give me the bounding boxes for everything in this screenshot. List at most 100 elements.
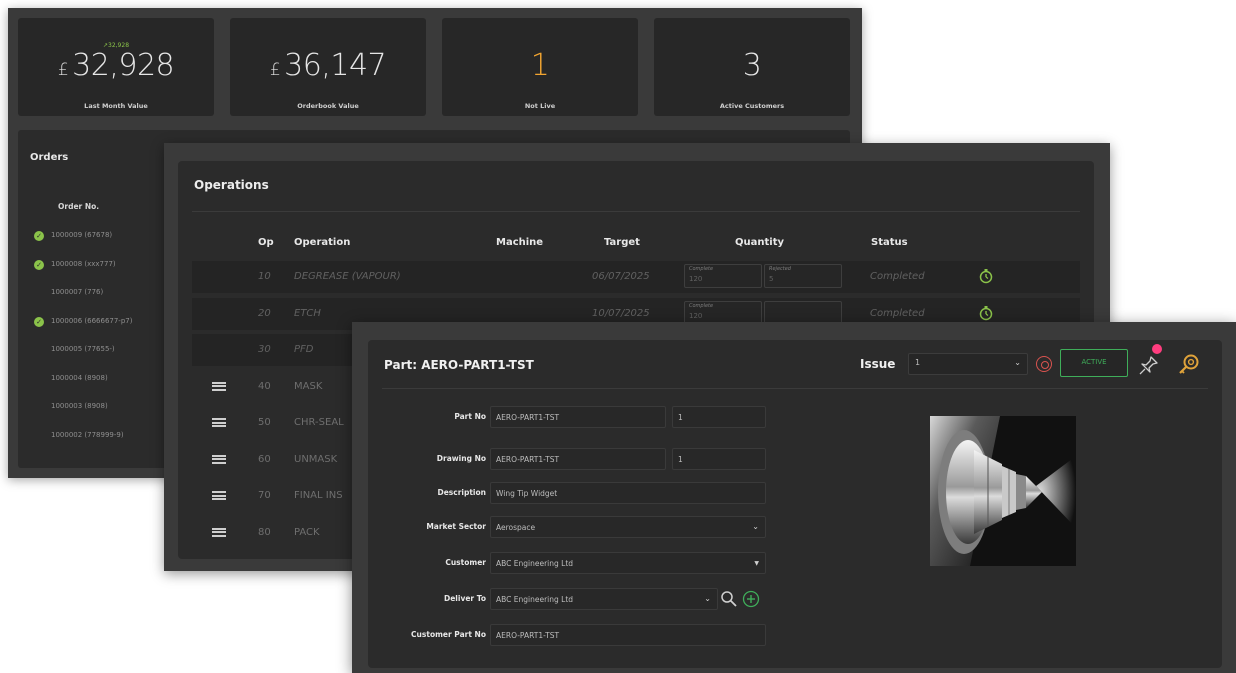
target-date: 10/07/2025 (592, 307, 650, 319)
operation-name: MASK (294, 380, 323, 392)
operation-name: ETCH (294, 307, 321, 319)
operation-name: FINAL INS (294, 490, 343, 501)
issue-label: Issue (860, 357, 896, 371)
stopwatch-icon[interactable] (978, 268, 994, 284)
op-number: 60 (258, 453, 271, 465)
stopwatch-icon[interactable] (978, 305, 994, 321)
kpi-value: 1 (442, 48, 638, 83)
order-row[interactable]: 1000002 (778999-9) (34, 426, 184, 446)
drawing-no-input[interactable]: AERO-PART1-TST (490, 448, 666, 470)
part-no-revision-input[interactable]: 1 (672, 406, 766, 428)
deliver-to-label: Deliver To (443, 594, 486, 603)
order-number: 1000006 (6666677-p7) (51, 316, 133, 325)
notification-badge (1152, 344, 1162, 354)
caret-down-icon: ▼ (754, 560, 759, 567)
order-number: 1000005 (77655-) (51, 345, 115, 353)
kpi-value: 3 (654, 48, 850, 83)
op-number: 80 (258, 526, 271, 538)
drag-handle-icon[interactable] (212, 381, 226, 391)
kpi-not-live[interactable]: 1 Not Live (442, 18, 638, 116)
description-label: Description (437, 488, 486, 497)
op-number: 70 (258, 490, 271, 501)
kpi-value: £36,147 (230, 48, 426, 83)
drag-handle-icon[interactable] (212, 454, 226, 464)
status-text: Completed (870, 307, 925, 319)
deliver-to-select[interactable]: ABC Engineering Ltd ⌄ (490, 588, 718, 610)
operations-title: Operations (194, 178, 269, 192)
description-input[interactable]: Wing Tip Widget (490, 482, 766, 504)
operation-name: UNMASK (294, 453, 338, 465)
kpi-number: 32,928 (72, 48, 175, 83)
active-status-button[interactable]: ACTIVE (1060, 349, 1128, 377)
drag-handle-icon[interactable] (212, 418, 226, 427)
issue-select[interactable]: 1 ⌄ (908, 353, 1028, 375)
order-number: 1000002 (778999-9) (51, 430, 124, 439)
kpi-caption: Orderbook Value (297, 102, 359, 110)
complete-quantity-input[interactable]: Complete 120 (684, 264, 762, 288)
record-icon[interactable] (1036, 356, 1052, 372)
op-number: 50 (258, 417, 271, 428)
order-row[interactable]: ✓ 1000008 (xxx777) (34, 255, 184, 275)
part-no-input[interactable]: AERO-PART1-TST (490, 406, 666, 428)
issue-value: 1 (915, 358, 921, 367)
rejected-quantity-input[interactable] (764, 300, 842, 325)
search-icon[interactable] (720, 590, 738, 608)
part-image (930, 416, 1076, 566)
drawing-no-revision-input[interactable]: 1 (672, 448, 766, 470)
drag-handle-icon[interactable] (212, 491, 226, 500)
drawing-no-label: Drawing No (436, 454, 486, 463)
col-header-quantity: Quantity (735, 237, 784, 248)
chevron-down-icon: ⌄ (1014, 358, 1021, 367)
market-sector-select[interactable]: Aerospace ⌄ (490, 516, 766, 538)
order-row[interactable]: 1000003 (8908) (34, 397, 184, 417)
order-row[interactable]: 1000005 (77655-) (34, 340, 184, 360)
customer-part-no-input[interactable]: AERO-PART1-TST (490, 624, 766, 646)
part-no-label: Part No (454, 412, 486, 421)
chevron-down-icon: ⌄ (752, 522, 759, 531)
orders-title: Orders (30, 152, 69, 163)
order-row[interactable]: 1000004 (8908) (34, 369, 184, 389)
operation-name: DEGREASE (VAPOUR) (294, 271, 401, 282)
currency-symbol: £ (57, 60, 69, 80)
divider (192, 211, 1080, 212)
kpi-active-customers[interactable]: 3 Active Customers (654, 18, 850, 116)
customer-select[interactable]: ABC Engineering Ltd ▼ (490, 552, 766, 574)
order-number: 1000009 (67678) (51, 231, 113, 239)
kpi-last-month-value[interactable]: ↗32,928 £32,928 Last Month Value (18, 18, 214, 116)
col-header-operation: Operation (294, 237, 351, 248)
target-date: 06/07/2025 (592, 271, 650, 282)
operation-row[interactable]: 10 DEGREASE (VAPOUR) 06/07/2025 Complete 120… (192, 261, 1080, 293)
currency-symbol: £ (269, 60, 281, 80)
drag-handle-icon[interactable] (212, 527, 226, 537)
part-window: Part: AERO-PART1-TST Issue 1 ⌄ ACTIVE Pa… (352, 322, 1236, 673)
col-header-status: Status (871, 237, 908, 248)
order-row[interactable]: 1000007 (776) (34, 283, 184, 303)
check-icon: ✓ (34, 316, 44, 327)
order-number: 1000003 (8908) (51, 402, 108, 410)
pin-icon[interactable] (1138, 354, 1160, 376)
col-header-machine: Machine (496, 237, 544, 248)
order-number: 1000008 (xxx777) (51, 259, 116, 268)
col-header-target: Target (604, 237, 640, 248)
order-number: 1000004 (8908) (51, 373, 108, 382)
order-number: 1000007 (776) (51, 288, 104, 296)
rejected-quantity-input[interactable]: Rejected 5 (764, 264, 842, 288)
operation-name: CHR-SEAL (294, 417, 344, 428)
order-row[interactable]: ✓ 1000006 (6666677-p7) (34, 312, 184, 332)
complete-quantity-input[interactable]: Complete 120 (684, 300, 762, 325)
order-row[interactable]: ✓ 1000009 (67678) (34, 226, 184, 246)
kpi-number: 36,147 (284, 48, 387, 83)
part-card: Part: AERO-PART1-TST Issue 1 ⌄ ACTIVE Pa… (368, 340, 1222, 668)
customer-label: Customer (445, 558, 486, 567)
op-number: 20 (258, 307, 271, 319)
key-search-icon[interactable] (1176, 352, 1202, 378)
kpi-caption: Not Live (524, 102, 556, 110)
col-header-op: Op (258, 237, 274, 248)
kpi-orderbook-value[interactable]: £36,147 Orderbook Value (230, 18, 426, 116)
order-no-column-header[interactable]: Order No. (58, 202, 99, 211)
add-circle-icon[interactable] (742, 590, 760, 608)
kpi-caption: Active Customers (719, 102, 785, 110)
kpi-number: 3 (742, 48, 762, 83)
divider (382, 388, 1208, 389)
status-text: Completed (870, 271, 925, 282)
